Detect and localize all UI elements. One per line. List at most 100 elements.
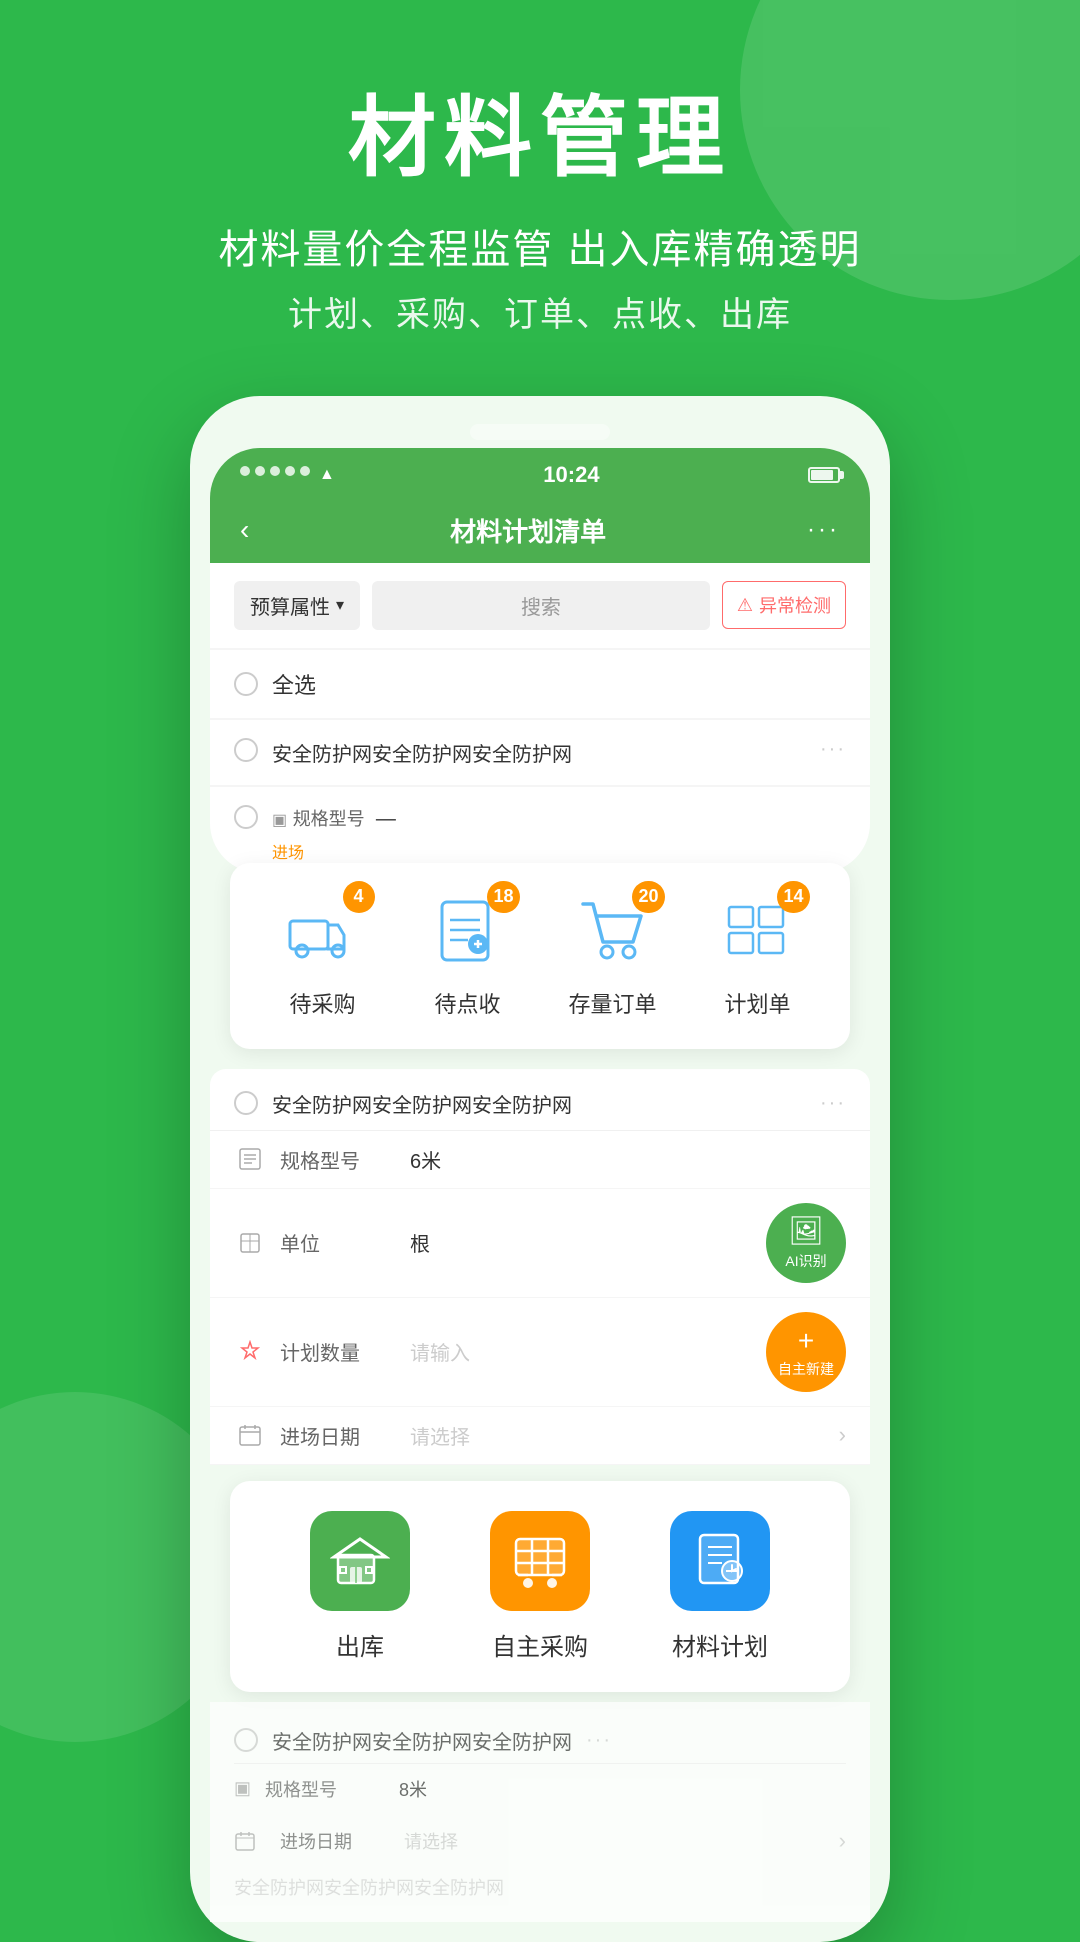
- detail-row-qty: 计划数量 请输入 + 自主新建: [210, 1298, 870, 1407]
- radio-circle[interactable]: [234, 738, 258, 762]
- qty-icon: [234, 1340, 266, 1364]
- material-plan-label: 材料计划: [672, 1627, 768, 1662]
- ai-icon: 🖼: [788, 1214, 824, 1247]
- second-item-header: 安全防护网安全防护网安全防护网 ···: [234, 1718, 846, 1764]
- filter-label: 预算属性: [250, 591, 330, 620]
- signal-dot-5: [300, 466, 310, 476]
- warehouse-icon: [310, 1511, 410, 1611]
- plan-badge: 14: [777, 881, 809, 913]
- second-date-label: 进场日期: [280, 1828, 390, 1854]
- plan-label: 计划单: [724, 987, 790, 1019]
- status-icons: [808, 467, 840, 483]
- ai-identify-button[interactable]: 🖼 AI识别: [766, 1203, 846, 1283]
- detail-row-date[interactable]: 进场日期 请选择 ›: [210, 1407, 870, 1465]
- self-purchase-label: 自主采购: [492, 1627, 588, 1662]
- signal-dot-4: [285, 466, 295, 476]
- phone-notch: [210, 416, 870, 448]
- unit-label: 单位: [280, 1228, 410, 1257]
- battery-fill: [811, 470, 833, 480]
- stock-order-label: 存量订单: [568, 987, 656, 1019]
- quick-item-pending-receive[interactable]: 18 待点收: [413, 893, 523, 1019]
- new-create-button[interactable]: + 自主新建: [766, 1312, 846, 1392]
- date-icon2: [234, 1830, 266, 1852]
- doc-icon-wrap: 18: [428, 893, 508, 973]
- chevron-down-icon: ▾: [336, 595, 344, 615]
- signal-dot-2: [255, 466, 265, 476]
- subtitle-line2: 计划、采购、订单、点收、出库: [0, 287, 1080, 336]
- truck-icon-wrap: 4: [283, 893, 363, 973]
- nav-back-button[interactable]: ‹: [240, 514, 249, 546]
- status-time: 10:24: [543, 462, 599, 488]
- select-all-label: 全选: [272, 668, 316, 700]
- detail-row-unit: 单位 根 🖼 AI识别: [210, 1189, 870, 1298]
- search-bar: 预算属性 ▾ 搜索 ⚠ 异常检测: [210, 563, 870, 648]
- date-chevron-icon: ›: [839, 1422, 846, 1448]
- nav-more-button[interactable]: ···: [807, 516, 840, 544]
- search-input[interactable]: 搜索: [372, 581, 710, 630]
- spec-label: 规格型号: [280, 1145, 410, 1174]
- second-spec-value: 8米: [399, 1776, 427, 1802]
- plus-icon: +: [798, 1325, 814, 1357]
- qty-label: 计划数量: [280, 1337, 410, 1366]
- bottom-item-warehouse[interactable]: 出库: [310, 1511, 410, 1662]
- second-screen: 安全防护网安全防护网安全防护网 ··· ▣ 规格型号 8米 进场日期: [210, 1702, 870, 1922]
- nav-title: 材料计划清单: [450, 512, 606, 549]
- second-date-value: 请选择: [404, 1828, 458, 1854]
- pending-purchase-label: 待采购: [289, 987, 355, 1019]
- quick-item-pending-purchase[interactable]: 4 待采购: [268, 893, 378, 1019]
- list-item-partial: ▣ 规格型号 — 进场: [210, 787, 870, 873]
- second-date-chevron: ›: [839, 1828, 846, 1854]
- list-item[interactable]: 安全防护网安全防护网安全防护网 ···: [210, 720, 870, 785]
- pending-purchase-badge: 4: [343, 881, 375, 913]
- second-spec-label: 规格型号: [265, 1776, 385, 1802]
- select-all-row[interactable]: 全选: [210, 650, 870, 718]
- detail-item-header: 安全防护网安全防护网安全防护网 ···: [210, 1069, 870, 1131]
- battery-icon: [808, 467, 840, 483]
- warehouse-label: 出库: [336, 1627, 384, 1662]
- shop-cart-icon: [490, 1511, 590, 1611]
- stock-order-badge: 20: [632, 881, 664, 913]
- quick-item-plan[interactable]: 14 计划单: [703, 893, 813, 1019]
- second-spec-row: ▣ 规格型号 8米: [234, 1764, 846, 1814]
- phone-nav-bar: ‹ 材料计划清单 ···: [210, 498, 870, 563]
- anomaly-button[interactable]: ⚠ 异常检测: [722, 581, 846, 629]
- plan-doc-icon: [670, 1511, 770, 1611]
- detail-radio[interactable]: [234, 1091, 258, 1115]
- detail-row-spec: 规格型号 6米: [210, 1131, 870, 1189]
- warning-icon: ⚠: [737, 595, 753, 616]
- radio-circle-all[interactable]: [234, 672, 258, 696]
- unit-icon: [234, 1231, 266, 1255]
- partial-item-spec: ▣ 规格型号 —: [272, 805, 846, 831]
- cart-icon-wrap: 20: [573, 893, 653, 973]
- bottom-item-self-purchase[interactable]: 自主采购: [490, 1511, 590, 1662]
- date-label: 进场日期: [280, 1421, 410, 1450]
- detail-more-icon[interactable]: ···: [820, 1092, 846, 1115]
- truck-icon: [288, 903, 358, 963]
- second-faded-text: 安全防护网安全防护网安全防护网: [234, 1868, 846, 1906]
- signal-dot-3: [270, 466, 280, 476]
- filter-button[interactable]: 预算属性 ▾: [234, 581, 360, 630]
- header-section: 材料管理 材料量价全程监管 出入库精确透明 计划、采购、订单、点收、出库: [0, 0, 1080, 376]
- ai-label: AI识别: [785, 1251, 826, 1271]
- phone-container: ▲ 10:24 ‹ 材料计划清单 ··· 预算属性 ▾: [0, 396, 1080, 1942]
- date-icon: [234, 1423, 266, 1447]
- quick-item-stock-order[interactable]: 20 存量订单: [558, 893, 668, 1019]
- second-date-row: 进场日期 请选择 ›: [234, 1814, 846, 1868]
- detail-section: 安全防护网安全防护网安全防护网 ··· 规格型号 6米: [210, 1069, 870, 1465]
- main-title: 材料管理: [0, 90, 1080, 187]
- subtitle-line1: 材料量价全程监管 出入库精确透明: [0, 217, 1080, 275]
- bottom-item-material-plan[interactable]: 材料计划: [670, 1511, 770, 1662]
- grid-icon-wrap: 14: [718, 893, 798, 973]
- bottom-panel: 出库: [230, 1481, 850, 1692]
- phone-mockup: ▲ 10:24 ‹ 材料计划清单 ··· 预算属性 ▾: [190, 396, 890, 1942]
- cart-icon: [579, 900, 647, 965]
- list-item-text: 安全防护网安全防护网安全防护网: [272, 738, 806, 767]
- radio-circle-partial: [234, 805, 258, 829]
- second-radio: [234, 1728, 258, 1752]
- partial-item-tag: 进场: [272, 839, 846, 863]
- grid-icon: [725, 903, 790, 963]
- qty-value[interactable]: 请输入: [410, 1337, 470, 1366]
- item-more-icon[interactable]: ···: [820, 738, 846, 761]
- unit-value: 根: [410, 1228, 430, 1257]
- phone-content: 预算属性 ▾ 搜索 ⚠ 异常检测 全选 安全防护网安全防护网安全防护网: [210, 563, 870, 873]
